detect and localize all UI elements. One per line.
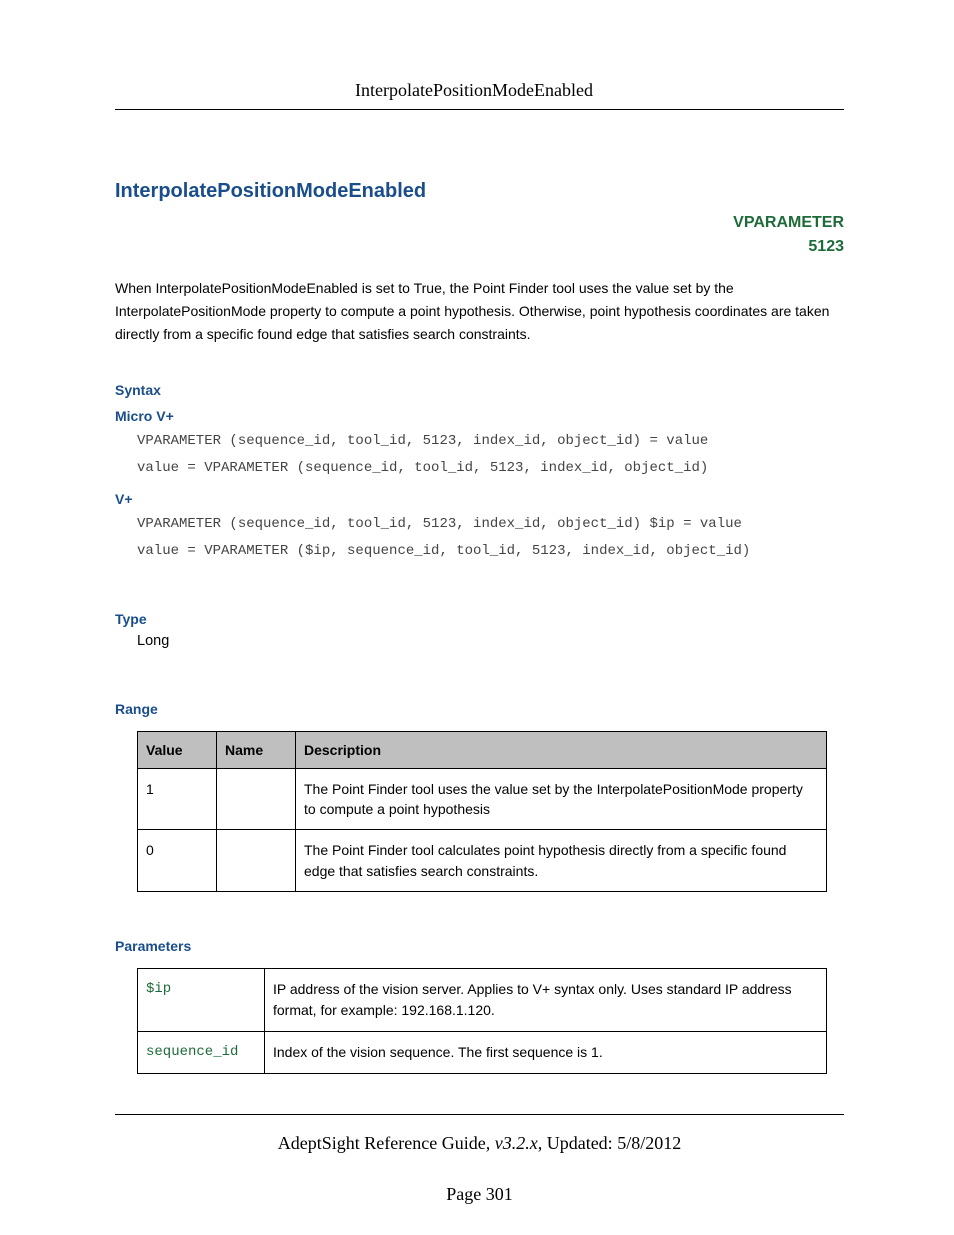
range-cell-description: The Point Finder tool uses the value set… — [296, 768, 827, 830]
parameter-name: $ip — [138, 968, 265, 1031]
vparameter-number: 5123 — [808, 238, 844, 255]
table-row: 0 The Point Finder tool calculates point… — [138, 830, 827, 892]
parameter-description: Index of the vision sequence. The first … — [265, 1031, 827, 1073]
range-cell-description: The Point Finder tool calculates point h… — [296, 830, 827, 892]
parameters-table: $ip IP address of the vision server. App… — [137, 968, 827, 1074]
vparameter-badge: VPARAMETER 5123 — [115, 211, 844, 259]
footer-guide-line: AdeptSight Reference Guide, v3.2.x, Upda… — [115, 1133, 844, 1154]
range-header-value: Value — [138, 731, 217, 768]
table-header-row: Value Name Description — [138, 731, 827, 768]
article-description: When InterpolatePositionModeEnabled is s… — [115, 277, 844, 346]
vplus-code: VPARAMETER (sequence_id, tool_id, 5123, … — [115, 511, 844, 564]
parameter-name: sequence_id — [138, 1031, 265, 1073]
range-cell-name — [217, 768, 296, 830]
header-title: InterpolatePositionModeEnabled — [115, 80, 844, 101]
table-row: sequence_id Index of the vision sequence… — [138, 1031, 827, 1073]
range-cell-name — [217, 830, 296, 892]
footer-guide-title: AdeptSight Reference Guide — [278, 1133, 486, 1153]
article-title: InterpolatePositionModeEnabled — [115, 180, 844, 203]
parameter-description: IP address of the vision server. Applies… — [265, 968, 827, 1031]
table-row: $ip IP address of the vision server. App… — [138, 968, 827, 1031]
syntax-heading: Syntax — [115, 382, 844, 398]
range-table: Value Name Description 1 The Point Finde… — [137, 731, 827, 892]
type-heading: Type — [115, 611, 844, 627]
vparameter-label: VPARAMETER — [733, 214, 844, 231]
range-cell-value: 1 — [138, 768, 217, 830]
page-header: InterpolatePositionModeEnabled — [115, 80, 844, 110]
footer-updated-date: 5/8/2012 — [617, 1133, 681, 1153]
micro-vplus-code: VPARAMETER (sequence_id, tool_id, 5123, … — [115, 428, 844, 481]
type-value: Long — [115, 633, 844, 649]
table-row: 1 The Point Finder tool uses the value s… — [138, 768, 827, 830]
range-cell-value: 0 — [138, 830, 217, 892]
vplus-label: V+ — [115, 491, 844, 507]
page-number: Page 301 — [115, 1184, 844, 1205]
range-header-name: Name — [217, 731, 296, 768]
page-footer: AdeptSight Reference Guide, v3.2.x, Upda… — [115, 1114, 844, 1205]
parameters-heading: Parameters — [115, 938, 844, 954]
footer-version: v3.2.x — [495, 1133, 538, 1153]
range-heading: Range — [115, 701, 844, 717]
micro-vplus-label: Micro V+ — [115, 408, 844, 424]
footer-updated-label: Updated: — [547, 1133, 617, 1153]
range-header-description: Description — [296, 731, 827, 768]
